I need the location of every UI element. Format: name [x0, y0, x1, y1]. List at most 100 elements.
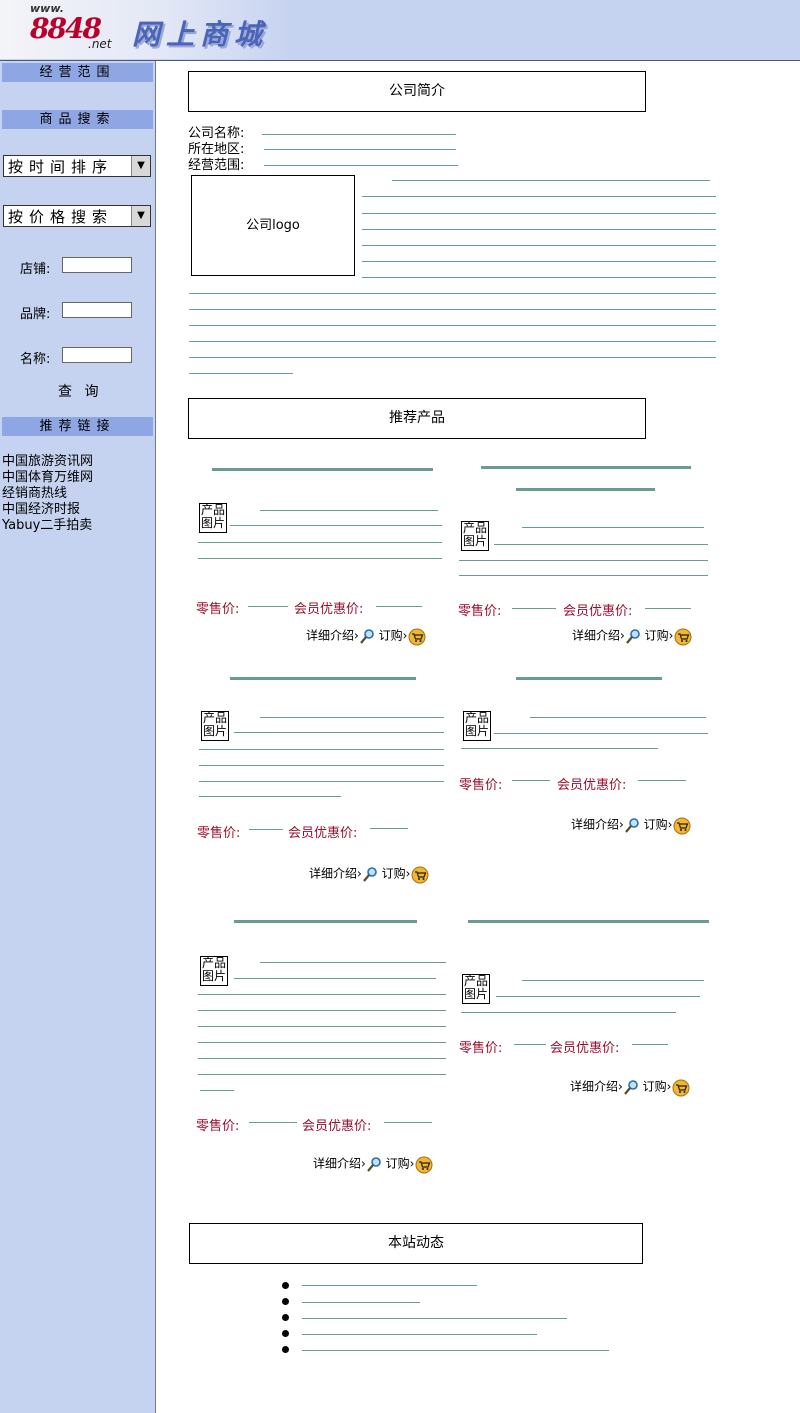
magnifier-icon[interactable] [624, 817, 640, 833]
product-actions: 详细介绍› 订购› [571, 815, 692, 835]
member-price-label: 会员优惠价: [550, 1041, 620, 1056]
product-desc-line [198, 1010, 446, 1011]
business-scope-header[interactable]: 经营范围 [2, 63, 153, 82]
logo-net: .net [88, 37, 112, 51]
product-desc-line [230, 525, 442, 526]
member-price-label: 会员优惠价: [563, 604, 633, 619]
member-price-value-line [645, 608, 691, 609]
magnifier-icon[interactable] [625, 628, 641, 644]
link-travel[interactable]: 中国旅游资讯网 [2, 454, 93, 470]
product-actions: 详细介绍› 订购› [570, 1077, 691, 1097]
order-link[interactable]: 订购 [379, 629, 403, 643]
news-item[interactable] [302, 1302, 420, 1303]
chevron-down-icon[interactable]: ▼ [131, 206, 150, 226]
order-link[interactable]: 订购 [644, 818, 668, 832]
magnifier-icon[interactable] [362, 866, 378, 882]
product-image-placeholder[interactable]: 产品 图片 [461, 521, 489, 551]
product-image-placeholder[interactable]: 产品 图片 [199, 503, 227, 533]
news-item[interactable] [302, 1285, 477, 1286]
company-name-value-line [262, 134, 456, 135]
cart-icon[interactable] [410, 864, 430, 884]
product-search-header: 商品搜索 [2, 110, 153, 129]
product-desc-line [496, 996, 700, 997]
retail-price-label: 零售价: [196, 602, 240, 617]
product-image-text-1: 产品 [200, 503, 225, 517]
product-desc-line [198, 1074, 446, 1075]
product-title-line[interactable] [468, 920, 709, 923]
cart-icon[interactable] [672, 815, 692, 835]
brand-input[interactable] [62, 302, 132, 318]
magnifier-icon[interactable] [623, 1079, 639, 1095]
cart-icon[interactable] [414, 1154, 434, 1174]
retail-price-label: 零售价: [196, 1119, 240, 1134]
product-image-placeholder[interactable]: 产品 图片 [463, 711, 491, 741]
order-link[interactable]: 订购 [645, 629, 669, 643]
product-desc-line [260, 717, 444, 718]
name-input[interactable] [62, 347, 132, 363]
magnifier-icon[interactable] [359, 628, 375, 644]
product-image-text-2: 图片 [462, 534, 487, 548]
product-title-line[interactable] [230, 677, 416, 680]
brand-label: 品牌: [20, 307, 51, 322]
product-image-text-1: 产品 [462, 521, 487, 535]
company-scope-label: 经营范围: [188, 158, 245, 173]
site-news-title-box: 本站动态 [189, 1223, 643, 1264]
details-link[interactable]: 详细介绍 [313, 1157, 361, 1171]
details-link[interactable]: 详细介绍 [306, 629, 354, 643]
description-line [189, 309, 716, 310]
product-image-placeholder[interactable]: 产品 图片 [201, 711, 229, 741]
company-logo-placeholder: 公司logo [191, 175, 355, 276]
member-price-label: 会员优惠价: [302, 1119, 372, 1134]
product-desc-line [198, 1042, 446, 1043]
product-desc-line [459, 575, 708, 576]
details-link[interactable]: 详细介绍 [570, 1080, 618, 1094]
link-dealer-hotline[interactable]: 经销商热线 [2, 486, 67, 502]
product-title-line[interactable] [516, 488, 655, 491]
cart-icon[interactable] [407, 626, 427, 646]
product-desc-line [234, 978, 436, 979]
details-link[interactable]: 详细介绍 [571, 818, 619, 832]
details-link[interactable]: 详细介绍 [309, 867, 357, 881]
order-link[interactable]: 订购 [643, 1080, 667, 1094]
member-price-label: 会员优惠价: [288, 826, 358, 841]
store-input[interactable] [62, 257, 132, 273]
product-desc-line [199, 796, 341, 797]
search-by-price-value: 按价格搜索 [8, 208, 114, 226]
product-image-placeholder[interactable]: 产品 图片 [200, 956, 228, 986]
order-link[interactable]: 订购 [386, 1157, 410, 1171]
retail-price-value-line [512, 780, 550, 781]
search-by-price-select[interactable]: 按价格搜索 ▼ [3, 205, 151, 227]
name-label: 名称: [20, 352, 51, 367]
member-price-label: 会员优惠价: [557, 778, 627, 793]
chevron-down-icon[interactable]: ▼ [131, 156, 150, 176]
description-line [362, 196, 716, 197]
product-image-text-2: 图片 [464, 724, 489, 738]
product-desc-line [198, 558, 442, 559]
description-line [392, 180, 710, 181]
link-economic-times[interactable]: 中国经济时报 [2, 502, 80, 518]
product-title-line[interactable] [234, 920, 417, 923]
product-title-line[interactable] [481, 466, 691, 469]
product-desc-line [459, 560, 708, 561]
cart-icon[interactable] [671, 1077, 691, 1097]
product-title-line[interactable] [212, 468, 433, 471]
news-item[interactable] [302, 1334, 537, 1335]
query-button[interactable]: 查 询 [58, 381, 102, 401]
magnifier-icon[interactable] [366, 1156, 382, 1172]
product-actions: 详细介绍› 订购› [572, 626, 693, 646]
product-title-line[interactable] [516, 677, 662, 680]
order-link[interactable]: 订购 [382, 867, 406, 881]
bullet-icon [282, 1298, 289, 1305]
product-image-text-1: 产品 [201, 956, 226, 970]
cart-icon[interactable] [673, 626, 693, 646]
retail-price-value-line [512, 608, 556, 609]
site-logo[interactable]: www. 8848 .net 网上商城 [0, 0, 295, 59]
sort-by-time-select[interactable]: 按时间排序 ▼ [3, 155, 151, 177]
link-sports[interactable]: 中国体育万维网 [2, 470, 93, 486]
news-item[interactable] [302, 1318, 567, 1319]
product-desc-line [198, 994, 446, 995]
news-item[interactable] [302, 1350, 609, 1351]
details-link[interactable]: 详细介绍 [572, 629, 620, 643]
product-image-placeholder[interactable]: 产品 图片 [462, 974, 490, 1004]
link-yabuy-auction[interactable]: Yabuy二手拍卖 [2, 518, 92, 534]
